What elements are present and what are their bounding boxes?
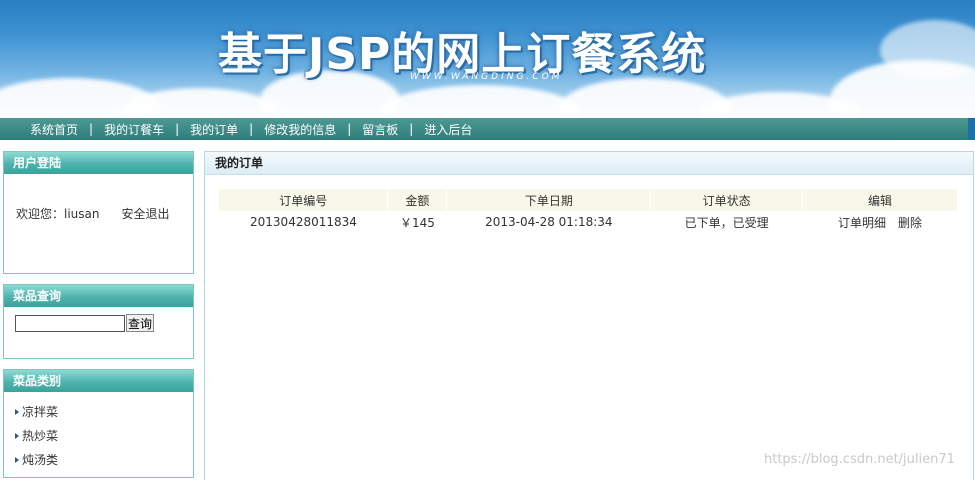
orders-panel: 我的订单 订单编号 金额 下单日期 订单状态 编辑 20130428011834…: [204, 151, 974, 480]
cloud-shape: [380, 85, 580, 118]
column-order-no: 订单编号: [219, 189, 389, 211]
watermark: https://blog.csdn.net/julien71: [764, 452, 955, 467]
nav-edge: [968, 118, 975, 140]
orders-table: 订单编号 金额 下单日期 订单状态 编辑 20130428011834 ￥145…: [219, 189, 958, 233]
category-item-stir-fry[interactable]: 热炒菜: [15, 424, 193, 448]
login-body: 欢迎您：liusan 安全退出: [4, 174, 193, 222]
order-detail-link[interactable]: 订单明细: [838, 216, 886, 230]
bullet-arrow-icon: [15, 457, 19, 463]
nav-separator: |: [175, 122, 180, 136]
nav-cart[interactable]: 我的订餐车: [104, 121, 164, 138]
login-box: 用户登陆 欢迎您：liusan 安全退出: [3, 151, 194, 274]
delete-order-link[interactable]: 删除: [898, 216, 922, 230]
category-box-title: 菜品类别: [4, 370, 193, 392]
nav-separator: |: [89, 122, 94, 136]
order-no-cell: 20130428011834: [250, 215, 357, 229]
nav-edit-profile[interactable]: 修改我的信息: [264, 121, 336, 138]
status-cell: 已下单，已受理: [684, 215, 769, 230]
nav-separator: |: [347, 122, 352, 136]
table-row: 20130428011834 ￥145 2013-04-28 01:18:34 …: [219, 211, 958, 233]
login-box-title: 用户登陆: [4, 152, 193, 174]
category-list: 凉拌菜 热炒菜 炖汤类: [4, 392, 193, 472]
main-nav: 系统首页 | 我的订餐车 | 我的订单 | 修改我的信息 | 留言板 | 进入后…: [0, 118, 968, 140]
category-label: 热炒菜: [22, 429, 59, 443]
header-banner: 基于JSP的网上订餐系统 WWW.WANGDING.COM: [0, 0, 975, 118]
column-amount: 金额: [387, 189, 448, 211]
nav-home[interactable]: 系统首页: [30, 121, 78, 138]
column-edit: 编辑: [802, 189, 958, 211]
nav-message-board[interactable]: 留言板: [362, 121, 398, 138]
logout-link[interactable]: 安全退出: [122, 207, 170, 221]
column-status: 订单状态: [650, 189, 804, 211]
search-box-title: 菜品查询: [4, 285, 193, 307]
nav-admin[interactable]: 进入后台: [424, 121, 472, 138]
category-box: 菜品类别 凉拌菜 热炒菜 炖汤类: [3, 369, 194, 478]
search-body: 查询: [4, 307, 193, 332]
search-box: 菜品查询 查询: [3, 284, 194, 359]
orders-panel-title: 我的订单: [205, 152, 973, 175]
nav-separator: |: [249, 122, 254, 136]
nav-separator: |: [409, 122, 414, 136]
bullet-arrow-icon: [15, 433, 19, 439]
orders-table-header: 订单编号 金额 下单日期 订单状态 编辑: [219, 189, 958, 211]
search-input[interactable]: [15, 314, 125, 332]
date-cell: 2013-04-28 01:18:34: [485, 215, 613, 229]
column-date: 下单日期: [446, 189, 652, 211]
amount-cell: ￥145: [399, 215, 435, 230]
category-item-cold-dishes[interactable]: 凉拌菜: [15, 400, 193, 424]
category-item-soups[interactable]: 炖汤类: [15, 448, 193, 472]
site-subtitle: WWW.WANGDING.COM: [410, 72, 563, 82]
nav-my-orders[interactable]: 我的订单: [190, 121, 238, 138]
category-label: 炖汤类: [22, 453, 59, 467]
search-button[interactable]: 查询: [126, 314, 155, 332]
edit-cell: 订单明细 删除: [803, 211, 958, 233]
welcome-text: 欢迎您：liusan: [16, 207, 100, 221]
bullet-arrow-icon: [15, 409, 19, 415]
category-label: 凉拌菜: [22, 405, 59, 419]
